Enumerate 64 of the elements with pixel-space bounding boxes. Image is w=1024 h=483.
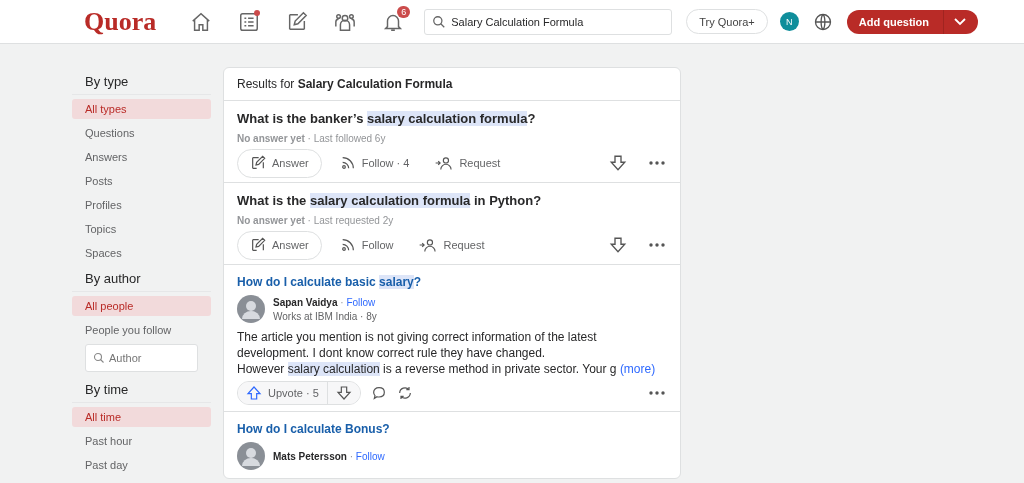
quora-logo[interactable]: Quora — [84, 6, 157, 37]
search-field[interactable]: Salary Calculation Formula — [424, 8, 673, 35]
pencil-icon — [250, 155, 266, 171]
filter-option[interactable]: All time — [72, 407, 211, 427]
filter-heading: By author — [72, 269, 211, 292]
list-icon — [238, 10, 261, 33]
person-arrow-icon — [419, 237, 438, 253]
downvote-icon[interactable] — [609, 154, 627, 172]
follow-link[interactable]: Follow — [355, 450, 385, 462]
filter-option[interactable]: All people — [72, 296, 211, 316]
filter-option[interactable]: Questions — [72, 123, 211, 143]
more-icon[interactable] — [649, 391, 665, 395]
question-meta: No answer yet · Last followed 6y — [237, 133, 387, 144]
author-name[interactable]: Sapan Vaidya — [273, 296, 338, 308]
add-question-button[interactable]: Add question — [846, 9, 979, 34]
more-icon[interactable] — [649, 243, 665, 247]
chevron-down-icon — [954, 17, 967, 26]
separator-dot: · — [340, 296, 344, 308]
filter-option[interactable]: Past day — [72, 455, 211, 475]
author-name[interactable]: Mats Petersson — [273, 450, 347, 462]
rss-icon — [339, 237, 356, 253]
filter-option[interactable]: People you follow — [72, 320, 211, 340]
filter-option[interactable]: Answers — [72, 147, 211, 167]
upvote-button[interactable]: Upvote · 5 — [238, 382, 328, 404]
filter-option[interactable]: Posts — [72, 171, 211, 191]
downvote-icon — [335, 385, 352, 401]
upvote-icon — [246, 385, 262, 401]
more-icon[interactable] — [649, 161, 665, 165]
answer-button[interactable]: Answer — [237, 148, 322, 178]
avatar-silhouette — [237, 442, 265, 470]
separator-dot: · — [349, 450, 354, 462]
person-arrow-icon — [435, 155, 454, 171]
question-title[interactable]: What is the salary calculation formula in Python? — [237, 193, 667, 208]
filter-option[interactable]: Topics — [72, 219, 211, 239]
pencil-icon — [250, 237, 266, 253]
share-icon[interactable] — [396, 385, 413, 401]
filter-option[interactable]: Past hour — [72, 431, 211, 451]
author-field[interactable]: Author — [85, 344, 198, 372]
avatar-silhouette — [237, 295, 265, 323]
question-link[interactable]: How do I calculate Bonus? — [237, 422, 667, 436]
question-title[interactable]: What is the banker’s salary calculation formula? — [237, 111, 667, 126]
follow-link[interactable]: Follow — [346, 296, 376, 308]
filter-heading: By type — [72, 72, 211, 95]
downvote-icon[interactable] — [609, 236, 627, 254]
comment-icon[interactable] — [370, 385, 387, 401]
filter-option[interactable]: Profiles — [72, 195, 211, 215]
more-link[interactable]: (more) — [619, 362, 656, 376]
question-link[interactable]: How do I calculate basic salary? — [237, 275, 667, 289]
rss-icon — [339, 155, 356, 171]
filter-option[interactable]: All types — [72, 99, 211, 119]
author-credential: Works at IBM India · 8y — [273, 310, 377, 322]
notification-badge: 6 — [397, 5, 411, 18]
results-heading: Results for Salary Calculation Formula — [224, 68, 680, 101]
pencil-icon — [286, 10, 309, 33]
answer-button[interactable]: Answer — [237, 230, 322, 260]
try-quora-button[interactable]: Try Quora+ — [686, 9, 768, 34]
home-icon — [190, 10, 213, 33]
answer-text: The article you mention is not giving correct information of the latest development. I dont know correct rule they have changed. However salary calculation is a reverse method in private sector. Your g (more) — [237, 329, 657, 377]
filter-option[interactable]: Spaces — [72, 243, 211, 263]
nav-tab[interactable]: 6 — [376, 4, 411, 39]
filter-heading: By time — [72, 380, 211, 403]
profile-avatar[interactable]: N — [779, 12, 799, 31]
question-meta: No answer yet · Last requested 2y — [237, 215, 395, 226]
globe-icon[interactable] — [812, 11, 833, 32]
